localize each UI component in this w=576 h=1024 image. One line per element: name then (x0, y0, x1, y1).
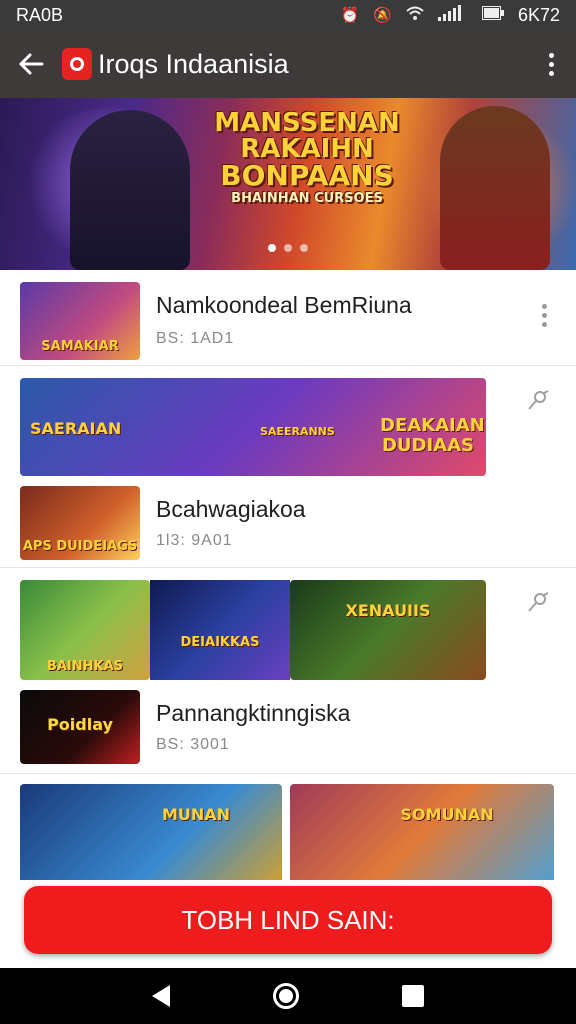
back-triangle-icon[interactable] (151, 985, 170, 1007)
hero-title: MANSSENAN RAKAIHN BONPAANS BHAINHAN CURS… (212, 110, 402, 205)
alarm-icon: ⏰ (340, 7, 360, 24)
thumbnail-label: SAMAKIAR (41, 339, 119, 354)
signal-icon (437, 5, 468, 25)
item-banner: BAINHKAS (20, 580, 150, 680)
list-item[interactable]: SAMAKIAR Namkoondeal BemRiuna BS: 1AD1 (0, 270, 576, 366)
arrow-left-icon (19, 53, 44, 75)
list-item[interactable]: SAERAIAN SAEERANNS DEAKAIAN DUDIAAS APS … (0, 366, 576, 568)
battery-icon (481, 6, 504, 24)
item-banner: SOMUNAN (290, 784, 554, 884)
more-vertical-icon (548, 52, 554, 58)
hero-title-line: BONPAANS (220, 159, 394, 192)
hero-title-line: MANSSENAN (214, 108, 400, 138)
banner-label: XENAUIIS (345, 601, 431, 620)
system-nav-bar (0, 968, 576, 1024)
app-logo (62, 48, 92, 80)
more-vertical-icon (541, 303, 547, 309)
banner-label: DEAKAIAN DUDIAAS (380, 415, 485, 457)
list-item[interactable]: BAINHKAS DEIAIKKAS XENAUIIS Poidlay Pann… (0, 568, 576, 774)
status-time: 6K72 (517, 4, 560, 25)
banner-label: DEIAIKKAS (180, 635, 260, 650)
page-dot[interactable] (300, 244, 308, 252)
thumbnail-label: Poidlay (47, 715, 113, 734)
pin-icon[interactable] (524, 588, 552, 616)
mute-icon: 🔕 (373, 7, 392, 24)
item-thumbnail: APS DUIDEIAGS (20, 486, 140, 560)
page-dot[interactable] (268, 244, 276, 252)
list-item[interactable]: MUNAN SOMUNAN (0, 774, 576, 884)
recents-square-icon[interactable] (402, 985, 425, 1007)
cta-container: TOBH LIND SAIN: (0, 880, 576, 968)
back-button[interactable] (0, 30, 62, 98)
item-subtitle: BS: 3001 (156, 736, 230, 753)
pin-icon[interactable] (524, 386, 552, 414)
item-subtitle: BS: 1AD1 (156, 330, 235, 347)
banner-label: SOMUNAN (400, 805, 494, 824)
hero-pagination (268, 244, 308, 252)
banner-label: MUNAN (161, 805, 231, 824)
hero-title-line: BHAINHAN CURSOES (231, 191, 383, 206)
banner-label: BAINHKAS (46, 659, 124, 674)
item-more-button[interactable] (534, 298, 554, 332)
item-banner: MUNAN (20, 784, 282, 884)
item-thumbnail: SAMAKIAR (20, 282, 140, 360)
status-bar: RA0B ⏰ 🔕 6K72 (0, 0, 576, 30)
item-title: Bcahwagiakoa (156, 496, 306, 522)
item-banner: XENAUIIS (290, 580, 486, 680)
more-options-button[interactable] (526, 30, 576, 98)
item-banner: SAERAIAN SAEERANNS DEAKAIAN DUDIAAS (20, 378, 486, 476)
item-title: Namkoondeal BemRiuna (156, 292, 412, 318)
home-circle-icon[interactable] (272, 983, 299, 1009)
app-bar: Iroqs Indaanisia (0, 30, 576, 98)
banner-label: SAEERANNS (260, 425, 335, 438)
status-left-text: RA0B (16, 4, 64, 25)
status-icons: ⏰ 🔕 6K72 (341, 5, 560, 26)
primary-cta-button[interactable]: TOBH LIND SAIN: (24, 886, 552, 954)
wifi-icon (406, 6, 424, 24)
thumbnail-label: APS DUIDEIAGS (22, 539, 138, 554)
page-dot[interactable] (284, 244, 292, 252)
hero-character-left (70, 110, 190, 270)
item-subtitle: 1l3: 9A01 (156, 532, 233, 549)
item-title: Pannangktinngiska (156, 700, 351, 726)
item-thumbnail: Poidlay (20, 690, 140, 764)
app-title: Iroqs Indaanisia (98, 48, 289, 79)
item-banner: DEIAIKKAS (150, 580, 290, 680)
hero-character-right (440, 106, 550, 270)
banner-label: SAERAIAN (30, 419, 122, 438)
